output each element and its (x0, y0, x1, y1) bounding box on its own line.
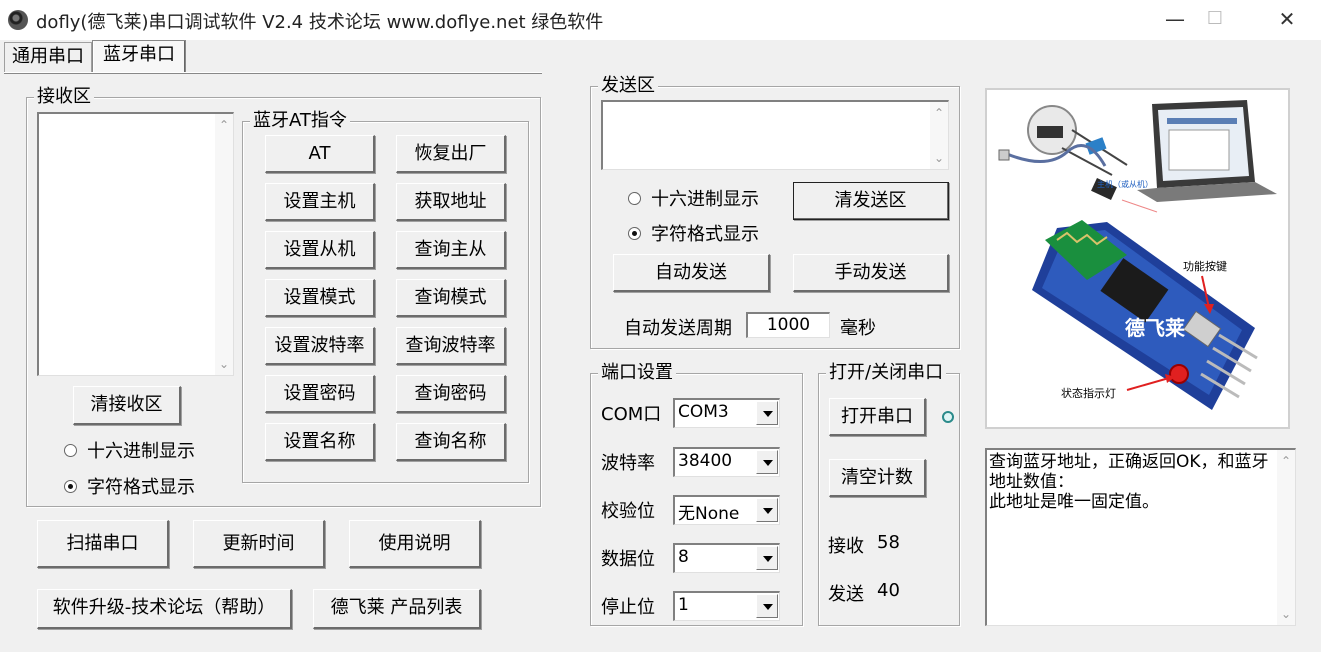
com-port-select[interactable]: COM3 (673, 398, 780, 428)
scroll-up-icon[interactable]: ⌃ (215, 116, 233, 134)
auto-send-button[interactable]: 自动发送 (613, 254, 770, 292)
baud-rate-label: 波特率 (601, 453, 655, 474)
product-list-button[interactable]: 德飞莱 产品列表 (313, 589, 481, 629)
radio-icon (628, 191, 641, 205)
maximize-button[interactable]: ☐ (1192, 0, 1238, 40)
radio-selected-icon (64, 479, 77, 493)
scroll-up-icon[interactable]: ⌃ (1277, 452, 1295, 470)
receive-char-radio[interactable]: 字符格式显示 (64, 473, 195, 499)
set-password-button[interactable]: 设置密码 (265, 375, 375, 413)
period-unit-label: 毫秒 (840, 318, 876, 339)
manual-send-button[interactable]: 手动发送 (793, 254, 949, 292)
chevron-down-icon[interactable] (756, 401, 778, 425)
com-port-label: COM口 (601, 404, 662, 425)
send-hex-radio[interactable]: 十六进制显示 (628, 185, 759, 211)
function-key-label: 功能按键 (1183, 259, 1227, 273)
tab-bluetooth-serial[interactable]: 蓝牙串口 (92, 40, 186, 73)
factory-reset-button[interactable]: 恢复出厂 (396, 135, 506, 173)
watermark-text: 德飞莱 (1125, 316, 1185, 340)
update-time-button[interactable]: 更新时间 (193, 520, 325, 568)
set-mode-button[interactable]: 设置模式 (265, 279, 375, 317)
data-bits-label: 数据位 (601, 549, 655, 570)
query-mode-button[interactable]: 查询模式 (396, 279, 506, 317)
info-textbox[interactable]: 查询蓝牙地址，正确返回OK，和蓝牙地址数值： 此地址是唯一固定值。 ⌃ ⌄ (985, 448, 1296, 626)
close-button[interactable]: ✕ (1264, 0, 1310, 40)
query-role-button[interactable]: 查询主从 (396, 231, 506, 269)
auto-send-period-input[interactable]: 1000 (746, 312, 830, 338)
query-password-button[interactable]: 查询密码 (396, 375, 506, 413)
at-button[interactable]: AT (265, 135, 375, 173)
send-textarea[interactable]: ⌃ ⌄ (601, 100, 949, 170)
upgrade-forum-button[interactable]: 软件升级-技术论坛（帮助） (37, 589, 292, 629)
set-baud-button[interactable]: 设置波特率 (265, 327, 375, 365)
set-master-button[interactable]: 设置主机 (265, 183, 375, 221)
tab-general-serial[interactable]: 通用串口 (4, 42, 92, 72)
scan-port-button[interactable]: 扫描串口 (37, 520, 169, 568)
clear-count-button[interactable]: 清空计数 (829, 459, 926, 497)
auto-send-period-label: 自动发送周期 (624, 318, 732, 339)
parity-select[interactable]: 无None (673, 495, 780, 525)
status-led-label: 状态指示灯 (1061, 386, 1116, 400)
help-manual-button[interactable]: 使用说明 (349, 520, 481, 568)
set-name-button[interactable]: 设置名称 (265, 423, 375, 461)
product-picture: 主机（或从机） 德飞莱 功能按键 状态指示灯 (985, 88, 1290, 429)
receive-count-value: 58 (877, 532, 900, 553)
app-icon (8, 10, 28, 30)
set-slave-button[interactable]: 设置从机 (265, 231, 375, 269)
chevron-down-icon[interactable] (756, 546, 778, 570)
port-settings-legend: 端口设置 (598, 363, 676, 383)
scroll-down-icon[interactable]: ⌄ (215, 355, 233, 373)
open-port-button[interactable]: 打开串口 (829, 398, 926, 436)
window-title: dofly(德飞莱)串口调试软件 V2.4 技术论坛 www.doflye.ne… (36, 12, 604, 33)
receive-legend: 接收区 (34, 87, 94, 107)
at-command-legend: 蓝牙AT指令 (250, 111, 350, 131)
chevron-down-icon[interactable] (756, 498, 778, 522)
bluetooth-module-illustration: 主机（或从机） 德飞莱 功能按键 状态指示灯 (998, 100, 1277, 410)
scroll-down-icon[interactable]: ⌄ (1277, 605, 1295, 623)
data-bits-select[interactable]: 8 (673, 543, 780, 573)
clear-receive-button[interactable]: 清接收区 (73, 386, 181, 425)
baud-rate-select[interactable]: 38400 (673, 447, 780, 477)
open-close-legend: 打开/关闭串口 (826, 363, 947, 383)
get-address-button[interactable]: 获取地址 (396, 183, 506, 221)
receive-scrollbar[interactable]: ⌃ ⌄ (215, 114, 233, 375)
info-text: 查询蓝牙地址，正确返回OK，和蓝牙地址数值： 此地址是唯一固定值。 (989, 452, 1269, 512)
red-arrow-icon (1126, 377, 1170, 391)
tab-strip-line (4, 72, 542, 74)
send-legend: 发送区 (598, 76, 658, 96)
receive-count-label: 接收 (828, 536, 864, 557)
scroll-up-icon[interactable]: ⌃ (930, 104, 948, 122)
receive-hex-radio[interactable]: 十六进制显示 (64, 437, 195, 463)
port-status-led-icon (942, 411, 954, 423)
chevron-down-icon[interactable] (756, 594, 778, 618)
bluetooth-module-board-icon (1032, 220, 1258, 410)
laptop-icon (1137, 100, 1277, 202)
host-caption: 主机（或从机） (1097, 179, 1153, 189)
stop-bits-label: 停止位 (601, 597, 655, 618)
scroll-down-icon[interactable]: ⌄ (930, 149, 948, 167)
clear-send-button[interactable]: 清发送区 (793, 182, 949, 220)
chevron-down-icon[interactable] (756, 450, 778, 474)
send-count-value: 40 (877, 580, 900, 601)
send-count-label: 发送 (828, 584, 864, 605)
send-char-radio[interactable]: 字符格式显示 (628, 220, 759, 246)
query-baud-button[interactable]: 查询波特率 (396, 327, 506, 365)
send-scrollbar[interactable]: ⌃ ⌄ (930, 102, 948, 169)
receive-textarea[interactable]: ⌃ ⌄ (37, 112, 234, 376)
radio-icon (64, 443, 77, 457)
stop-bits-select[interactable]: 1 (673, 591, 780, 621)
info-scrollbar[interactable]: ⌃ ⌄ (1277, 450, 1295, 625)
parity-label: 校验位 (601, 501, 655, 522)
radio-selected-icon (628, 226, 641, 240)
query-name-button[interactable]: 查询名称 (396, 423, 506, 461)
